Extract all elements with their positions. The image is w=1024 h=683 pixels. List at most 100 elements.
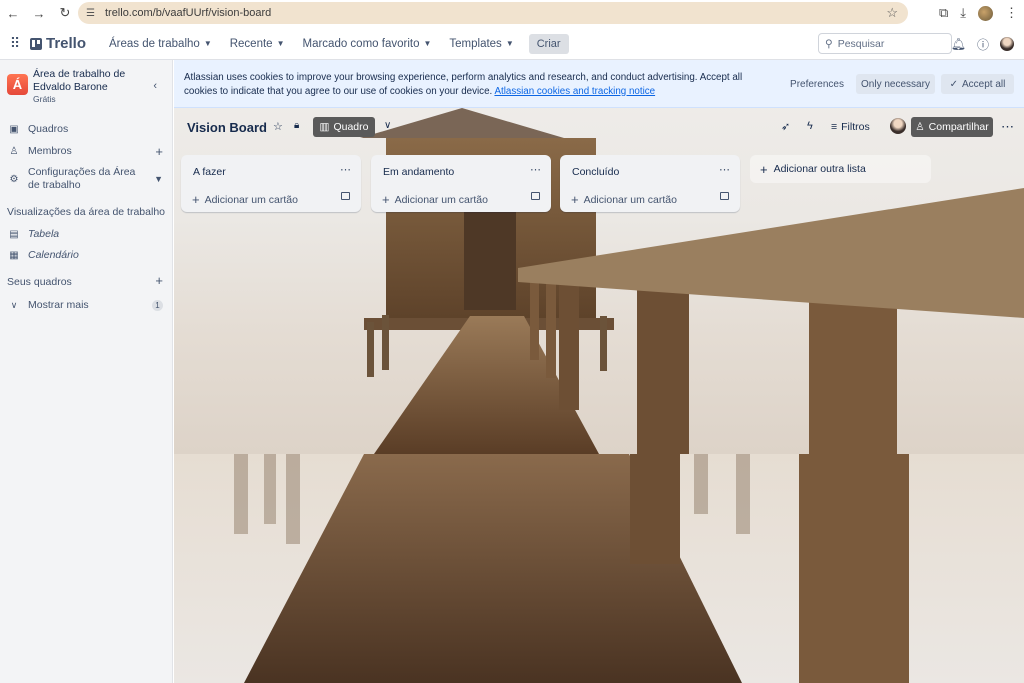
- app-switcher-icon[interactable]: ⠿: [0, 35, 30, 52]
- accept-all-button[interactable]: ✓ Accept all: [941, 74, 1014, 94]
- share-label: Compartilhar: [928, 121, 989, 133]
- create-button[interactable]: Criar: [528, 33, 569, 54]
- add-list-label: Adicionar outra lista: [773, 163, 866, 175]
- avatar[interactable]: [1000, 37, 1014, 51]
- filter-icon: ≡: [831, 121, 838, 133]
- board-view-icon: ▥: [319, 121, 330, 133]
- menu-label: Marcado como favorito: [302, 37, 420, 50]
- calendar-icon: ▦: [9, 249, 19, 261]
- search-placeholder: Pesquisar: [837, 37, 885, 50]
- back-icon[interactable]: ←: [0, 0, 26, 26]
- workspace-header: Á Área de trabalho de Edvaldo Barone Grá…: [0, 60, 172, 104]
- add-list-button[interactable]: + Adicionar outra lista: [750, 155, 931, 183]
- list-title[interactable]: Em andamento: [383, 166, 454, 178]
- sidebar-item-label: Quadros: [28, 123, 69, 135]
- address-bar[interactable]: ☰ trello.com/b/vaafUUrf/vision-board ☆: [78, 2, 908, 24]
- add-card-button[interactable]: + Adicionar um cartão: [192, 192, 298, 207]
- boards-heading: Seus quadros: [7, 276, 72, 288]
- check-icon: ✓: [949, 78, 959, 90]
- show-more-label: Mostrar mais: [28, 299, 89, 311]
- add-board-icon[interactable]: +: [155, 273, 163, 288]
- menu-workspaces[interactable]: Áreas de trabalho ▼: [100, 32, 221, 56]
- list-title[interactable]: Concluído: [572, 166, 619, 178]
- notifications-icon[interactable]: 🔔︎: [951, 37, 966, 51]
- search-icon: ⚲: [825, 37, 833, 50]
- menu-recent[interactable]: Recente ▼: [221, 32, 294, 56]
- list-title[interactable]: A fazer: [193, 166, 226, 178]
- browser-menu-icon[interactable]: ⋮: [1005, 5, 1018, 21]
- trello-header: ⠿ Trello Áreas de trabalho ▼ Recente ▼ Mar…: [0, 28, 1024, 60]
- bookmark-star-icon[interactable]: ☆: [886, 5, 898, 21]
- sidebar-item-label: Tabela: [28, 228, 60, 240]
- lock-icon[interactable]: 🔒︎: [294, 120, 299, 131]
- pier-photo-bottom: [234, 454, 909, 683]
- search-input[interactable]: ⚲ Pesquisar: [818, 33, 952, 54]
- sidebar-item-calendar[interactable]: ▦ Calendário: [0, 249, 172, 261]
- card-template-icon[interactable]: [531, 192, 540, 200]
- card-template-icon[interactable]: [720, 192, 729, 200]
- accept-all-label: Accept all: [962, 78, 1006, 90]
- menu-label: Templates: [449, 37, 502, 50]
- board-canvas: Atlassian uses cookies to improve your b…: [174, 60, 1024, 683]
- workspace-avatar[interactable]: Á: [7, 74, 28, 95]
- trello-logo-icon: [30, 37, 42, 50]
- help-icon[interactable]: ⓘ: [977, 36, 989, 53]
- sidebar-item-settings[interactable]: ⚙ Configurações da Área de trabalho ▼: [0, 166, 172, 192]
- sidebar-item-table[interactable]: ▤ Tabela: [0, 228, 172, 240]
- star-icon[interactable]: ☆: [273, 120, 283, 133]
- avatar[interactable]: [890, 118, 906, 134]
- sidebar-item-label: Configurações da Área de trabalho: [28, 166, 136, 191]
- view-label: Quadro: [333, 121, 369, 133]
- view-switcher-button[interactable]: ▥ Quadro: [313, 117, 375, 137]
- browser-profile-avatar[interactable]: [978, 5, 993, 21]
- cookie-notice-link[interactable]: Atlassian cookies and tracking notice: [494, 86, 655, 97]
- site-info-icon[interactable]: ☰: [86, 8, 95, 19]
- add-card-label: Adicionar um cartão: [394, 193, 488, 206]
- sidebar-item-members[interactable]: ♙ Membros +: [0, 144, 172, 159]
- views-heading: Visualizações da área de trabalho: [7, 206, 165, 218]
- board-title[interactable]: Vision Board: [187, 120, 267, 135]
- list-menu-icon[interactable]: ⋯: [340, 163, 351, 176]
- add-card-button[interactable]: + Adicionar um cartão: [382, 192, 488, 207]
- chevron-down-icon[interactable]: ▼: [154, 174, 163, 184]
- trello-logo[interactable]: Trello: [30, 35, 86, 52]
- plus-icon: +: [760, 161, 768, 177]
- cookie-text: Atlassian uses cookies to improve your b…: [184, 71, 774, 98]
- chevron-down-icon: ▼: [423, 39, 432, 48]
- downloads-icon[interactable]: ⤓: [960, 5, 966, 21]
- menu-starred[interactable]: Marcado como favorito ▼: [294, 32, 441, 56]
- rocket-icon[interactable]: ➶: [781, 120, 790, 133]
- preferences-button[interactable]: Preferences: [784, 74, 850, 94]
- chevron-down-icon: ∨: [10, 299, 18, 310]
- menu-templates[interactable]: Templates ▼: [440, 32, 522, 56]
- plus-icon: +: [382, 192, 390, 207]
- sidebar-item-boards[interactable]: ▣ Quadros: [0, 123, 172, 135]
- add-member-icon[interactable]: +: [155, 144, 163, 159]
- more-menu-icon[interactable]: ⋯: [1001, 119, 1014, 135]
- show-more-boards[interactable]: ∨ Mostrar mais 1: [0, 299, 172, 311]
- chevron-down-icon[interactable]: ∨: [384, 120, 391, 131]
- gear-icon: ⚙: [9, 173, 19, 185]
- workspace-name[interactable]: Área de trabalho de Edvaldo Barone: [33, 68, 133, 94]
- add-card-button[interactable]: + Adicionar um cartão: [571, 192, 677, 207]
- table-icon: ▤: [9, 228, 19, 240]
- filters-button[interactable]: ≡ Filtros: [831, 121, 870, 133]
- board-header: Vision Board ☆ 🔒︎ ▥ Quadro ∨ ➶ ϟ ≡ Filtr…: [174, 115, 1024, 141]
- list-menu-icon[interactable]: ⋯: [719, 163, 730, 176]
- card-template-icon[interactable]: [341, 192, 350, 200]
- list-a-fazer: A fazer ⋯ + Adicionar um cartão: [181, 155, 361, 212]
- trello-brand: Trello: [46, 35, 87, 52]
- extensions-icon[interactable]: ⧉: [939, 5, 948, 21]
- collapse-sidebar-icon[interactable]: ‹: [153, 80, 157, 92]
- only-necessary-button[interactable]: Only necessary: [856, 74, 935, 94]
- automation-bolt-icon[interactable]: ϟ: [807, 120, 813, 132]
- url-text: trello.com/b/vaafUUrf/vision-board: [104, 7, 272, 19]
- reload-icon[interactable]: ↻: [52, 0, 78, 26]
- filters-label: Filtros: [841, 121, 870, 133]
- share-button[interactable]: ♙ Compartilhar: [911, 117, 993, 137]
- board-background-lower: [174, 454, 1024, 683]
- person-icon: ♙: [9, 145, 19, 157]
- list-menu-icon[interactable]: ⋯: [530, 163, 541, 176]
- cookie-banner: Atlassian uses cookies to improve your b…: [174, 60, 1024, 108]
- forward-icon[interactable]: →: [26, 0, 52, 26]
